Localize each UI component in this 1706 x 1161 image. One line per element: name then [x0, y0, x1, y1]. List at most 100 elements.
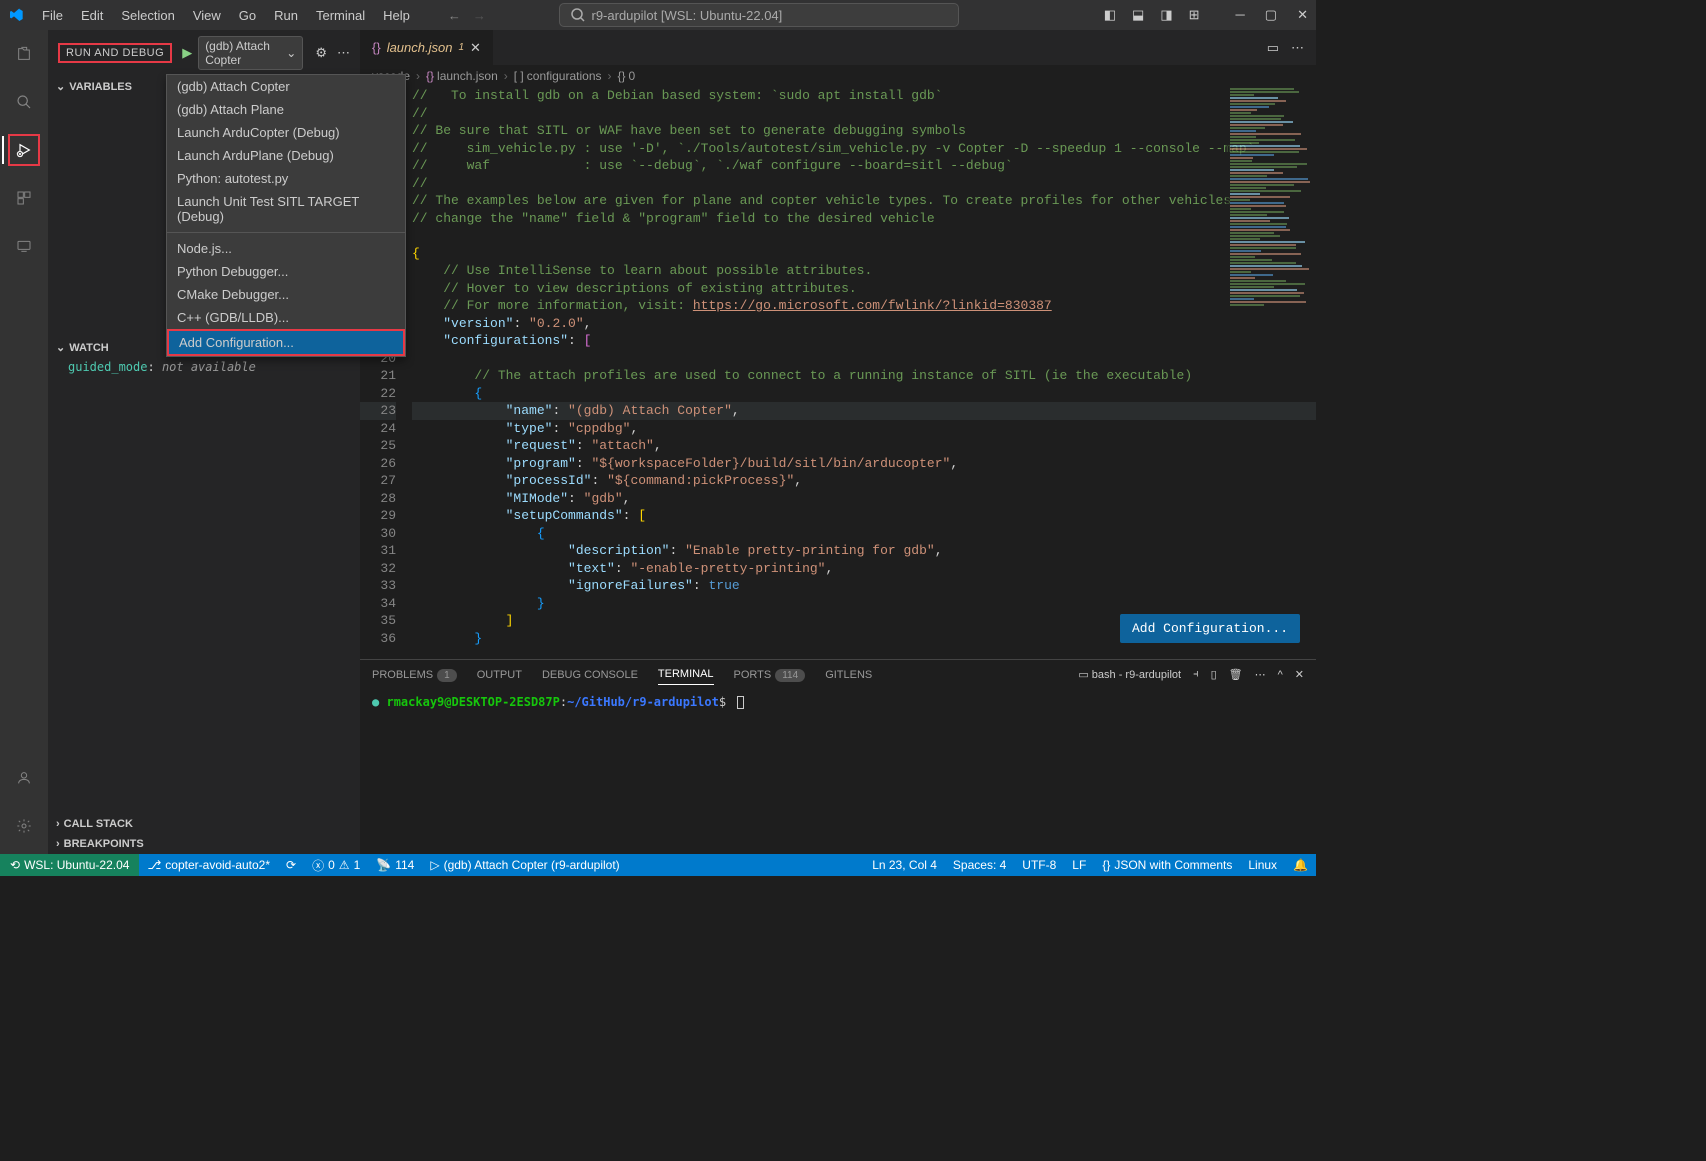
remote-explorer-icon[interactable] — [8, 230, 40, 262]
debug-target-status[interactable]: ▷ (gdb) Attach Copter (r9-ardupilot) — [422, 858, 627, 872]
maximize-button[interactable]: ▢ — [1265, 7, 1277, 23]
run-debug-icon[interactable] — [8, 134, 40, 166]
panel-tab-ports[interactable]: PORTS114 — [734, 665, 806, 685]
run-debug-title: RUN AND DEBUG — [58, 43, 172, 63]
new-terminal-icon[interactable]: ▯ — [1211, 668, 1217, 681]
nav-forward-icon[interactable]: → — [473, 8, 486, 23]
cursor-position[interactable]: Ln 23, Col 4 — [864, 858, 945, 872]
minimap[interactable] — [1226, 87, 1316, 307]
eol[interactable]: LF — [1064, 858, 1094, 872]
search-label: r9-ardupilot [WSL: Ubuntu-22.04] — [592, 8, 783, 23]
menu-go[interactable]: Go — [231, 4, 264, 27]
layout-left-icon[interactable]: ◧ — [1104, 7, 1116, 23]
menu-run[interactable]: Run — [266, 4, 306, 27]
cursor — [737, 696, 744, 709]
antenna-icon: 📡 — [376, 858, 391, 872]
minimize-button[interactable]: ─ — [1236, 7, 1245, 23]
add-configuration-button[interactable]: Add Configuration... — [1120, 614, 1300, 644]
tab-bar: {} launch.json 1 ✕ ▭ ⋯ — [360, 30, 1316, 65]
layout-right-icon[interactable]: ◨ — [1160, 7, 1172, 23]
dropdown-item[interactable]: Node.js... — [167, 237, 405, 260]
close-icon[interactable]: ✕ — [470, 40, 481, 56]
panel-tab-problems[interactable]: PROBLEMS1 — [372, 665, 457, 685]
layout-customize-icon[interactable]: ⊞ — [1189, 7, 1200, 23]
sync-icon[interactable]: ⟳ — [278, 858, 304, 872]
ports-status[interactable]: 📡114 — [368, 858, 422, 872]
terminal-profile[interactable]: ▭ bash - r9-ardupilot — [1078, 668, 1181, 681]
status-bar: ⟲ WSL: Ubuntu-22.04 ⎇ copter-avoid-auto2… — [0, 854, 1316, 876]
dropdown-item[interactable]: CMake Debugger... — [167, 283, 405, 306]
notifications-icon[interactable]: 🔔 — [1285, 858, 1316, 872]
menu-help[interactable]: Help — [375, 4, 418, 27]
close-panel-icon[interactable]: ✕ — [1295, 668, 1304, 681]
dropdown-item[interactable]: Launch ArduPlane (Debug) — [167, 144, 405, 167]
dropdown-item[interactable]: (gdb) Attach Copter — [167, 75, 405, 98]
panel-tabs: PROBLEMS1 OUTPUT DEBUG CONSOLE TERMINAL PORT… — [360, 660, 1316, 689]
breadcrumb[interactable]: vscode› {} launch.json› [ ] configuratio… — [360, 65, 1316, 87]
dropdown-item[interactable]: Python: autotest.py — [167, 167, 405, 190]
encoding[interactable]: UTF-8 — [1014, 858, 1064, 872]
menu-view[interactable]: View — [185, 4, 229, 27]
main-menu: FileEditSelectionViewGoRunTerminalHelp — [34, 4, 418, 27]
panel-tab-gitlens[interactable]: GITLENS — [825, 665, 872, 685]
start-debug-button[interactable]: ▶ — [182, 45, 192, 61]
kill-terminal-icon[interactable]: 🗑 — [1229, 668, 1243, 681]
dropdown-item[interactable]: Python Debugger... — [167, 260, 405, 283]
watch-item[interactable]: guided_mode: not available — [48, 358, 360, 376]
accounts-icon[interactable] — [8, 762, 40, 794]
panel-tab-output[interactable]: OUTPUT — [477, 665, 522, 685]
remote-indicator[interactable]: ⟲ WSL: Ubuntu-22.04 — [0, 854, 139, 876]
settings-icon[interactable] — [8, 810, 40, 842]
terminal-bullet: ● — [372, 695, 379, 709]
debug-config-selected: (gdb) Attach Copter — [205, 39, 286, 67]
problems-status[interactable]: ⓧ0 ⚠1 — [304, 857, 368, 874]
tab-launch-json[interactable]: {} launch.json 1 ✕ — [360, 30, 493, 65]
panel: PROBLEMS1 OUTPUT DEBUG CONSOLE TERMINAL PORT… — [360, 659, 1316, 854]
editor[interactable]: 5678910111213141516171819202122232425262… — [360, 87, 1316, 659]
more-actions-icon[interactable]: ⋯ — [1291, 40, 1304, 56]
menu-edit[interactable]: Edit — [73, 4, 111, 27]
json-icon: {} — [372, 40, 381, 55]
language-mode[interactable]: {} JSON with Comments — [1094, 858, 1240, 872]
nav-back-icon[interactable]: ← — [448, 8, 461, 23]
debug-config-dropdown: (gdb) Attach Copter(gdb) Attach PlaneLau… — [166, 74, 406, 357]
add-configuration-item[interactable]: Add Configuration... — [167, 329, 405, 356]
dropdown-item[interactable]: C++ (GDB/LLDB)... — [167, 306, 405, 329]
panel-tab-terminal[interactable]: TERMINAL — [658, 664, 714, 685]
search-icon — [570, 7, 586, 23]
os-indicator[interactable]: Linux — [1240, 858, 1285, 872]
terminal[interactable]: ● rmackay9@DESKTOP-2ESD87P:~/GitHub/r9-a… — [360, 689, 1316, 854]
activity-bar — [0, 30, 48, 854]
bc-file[interactable]: {} launch.json — [426, 69, 498, 83]
indentation[interactable]: Spaces: 4 — [945, 858, 1014, 872]
git-branch[interactable]: ⎇ copter-avoid-auto2* — [139, 858, 278, 872]
debug-config-select[interactable]: (gdb) Attach Copter ⌄ — [198, 36, 303, 70]
panel-tab-debug console[interactable]: DEBUG CONSOLE — [542, 665, 638, 685]
warning-icon: ⚠ — [339, 858, 350, 872]
menu-terminal[interactable]: Terminal — [308, 4, 373, 27]
layout-bottom-icon[interactable]: ⬓ — [1132, 7, 1144, 23]
explorer-icon[interactable] — [8, 38, 40, 70]
dropdown-item[interactable]: (gdb) Attach Plane — [167, 98, 405, 121]
menu-file[interactable]: File — [34, 4, 71, 27]
menu-selection[interactable]: Selection — [113, 4, 182, 27]
bc-obj[interactable]: {} 0 — [618, 69, 636, 83]
search-icon[interactable] — [8, 86, 40, 118]
gear-icon[interactable]: ⚙ — [315, 45, 327, 61]
dropdown-item[interactable]: Launch ArduCopter (Debug) — [167, 121, 405, 144]
split-terminal-icon[interactable]: ⫞ — [1193, 668, 1199, 681]
dropdown-item[interactable]: Launch Unit Test SITL TARGET (Debug) — [167, 190, 405, 228]
branch-icon: ⎇ — [147, 858, 161, 872]
maximize-panel-icon[interactable]: ^ — [1278, 669, 1283, 681]
editor-area: {} launch.json 1 ✕ ▭ ⋯ vscode› {} launch… — [360, 30, 1316, 854]
more-icon[interactable]: ⋯ — [337, 45, 350, 61]
bc-array[interactable]: [ ] configurations — [514, 69, 602, 83]
split-editor-icon[interactable]: ▭ — [1267, 40, 1279, 56]
remote-icon: ⟲ — [10, 858, 20, 872]
command-center[interactable]: r9-ardupilot [WSL: Ubuntu-22.04] — [559, 3, 959, 27]
close-button[interactable]: ✕ — [1297, 7, 1308, 23]
breakpoints-section[interactable]: ›BREAKPOINTS — [48, 834, 360, 854]
more-icon[interactable]: ⋯ — [1255, 668, 1266, 681]
extensions-icon[interactable] — [8, 182, 40, 214]
callstack-section[interactable]: ›CALL STACK — [48, 814, 360, 834]
